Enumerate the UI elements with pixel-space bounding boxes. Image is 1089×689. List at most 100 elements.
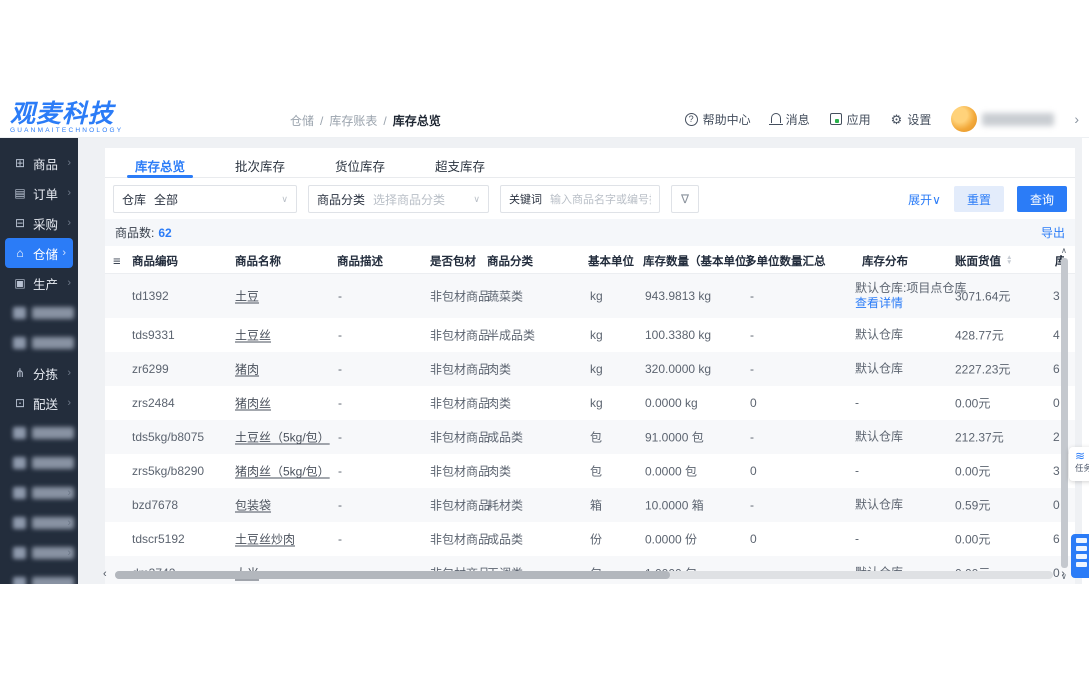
table-row[interactable]: zrs2484 猪肉丝 - 非包材商品 肉类 kg 0.0000 kg 0 - … [105, 386, 1075, 420]
category-select[interactable]: 商品分类 选择商品分类 ∨ [308, 185, 489, 213]
distribution-text: - [855, 531, 859, 546]
distribution-text: - [855, 463, 859, 478]
sidebar-item[interactable]: › [0, 568, 78, 584]
settings-button[interactable]: ⚙ 设置 [891, 111, 932, 128]
task-floating-widget[interactable]: ≋ 任务 [1069, 447, 1089, 481]
sidebar-item[interactable]: › [0, 328, 78, 358]
scroll-left-icon[interactable]: ‹ [103, 569, 107, 580]
sidebar-item[interactable]: ▤ 订单 › [0, 178, 78, 208]
view-details-link[interactable]: 查看详情 [855, 296, 966, 311]
chevron-right-icon[interactable]: › [1074, 111, 1079, 127]
table-row[interactable]: tds9331 土豆丝 - 非包材商品 半成品类 kg 100.3380 kg … [105, 318, 1075, 352]
chevron-right-icon: › [67, 397, 71, 409]
cell-product-name-link[interactable]: 土豆丝炒肉 [235, 531, 295, 548]
sidebar-item-icon [13, 337, 26, 349]
sidebar-item-redacted-label [32, 577, 74, 584]
column-settings-icon[interactable]: ≡ [113, 253, 121, 268]
cell-base-unit: kg [590, 396, 603, 410]
header-actions: ? 帮助中心 消息 应用 ⚙ 设置 › [684, 100, 1079, 138]
sidebar-item[interactable]: › [0, 478, 78, 508]
cell-stock-qty: 10.0000 箱 [645, 498, 704, 513]
user-profile[interactable] [951, 106, 1055, 132]
filter-bar: 仓库 全部 ∨ 商品分类 选择商品分类 ∨ 关键词 输入商品名字或编号搜索 ∇ … [105, 185, 1075, 213]
cell-stock-distribution: 默认仓库:项目点仓库 查看详情 [855, 281, 966, 311]
cell-category: 半成品类 [487, 328, 536, 343]
search-button[interactable]: 查询 [1016, 186, 1067, 212]
table-row[interactable]: td1392 土豆 - 非包材商品 蔬菜类 kg 943.9813 kg - 默… [105, 274, 1075, 318]
export-link[interactable]: 导出 [1041, 224, 1065, 241]
messages-label: 消息 [785, 112, 810, 127]
warehouse-value: 全部 [154, 192, 179, 207]
sidebar-item[interactable]: › [0, 448, 78, 478]
expand-filters-link[interactable]: 展开∨ [908, 191, 941, 208]
cell-product-name-link[interactable]: 土豆丝 [235, 327, 271, 344]
messages-button[interactable]: 消息 [768, 111, 810, 128]
cell-product-name-link[interactable]: 猪肉丝 [235, 395, 271, 412]
cell-product-name-link[interactable]: 包装袋 [235, 497, 271, 514]
breadcrumb-item[interactable]: 仓储 [290, 112, 314, 129]
help-center-button[interactable]: ? 帮助中心 [684, 111, 751, 128]
table-row[interactable]: zr6299 猪肉 - 非包材商品 肉类 kg 320.0000 kg - 默认… [105, 352, 1075, 386]
layers-icon: ≋ [1075, 449, 1086, 463]
table-row[interactable]: tds5kg/b8075 土豆丝（5kg/包） - 非包材商品 成品类 包 91… [105, 420, 1075, 454]
tab[interactable]: 批次库存 [235, 148, 285, 177]
sidebar-item[interactable]: ⌂ 仓储 › [5, 238, 73, 268]
sidebar-item[interactable]: › [0, 508, 78, 538]
col-header-unit: 基本单位 [588, 255, 634, 268]
table-row[interactable]: tdscr5192 土豆丝炒肉 - 非包材商品 成品类 份 0.0000 份 0… [105, 522, 1075, 556]
cell-product-name-link[interactable]: 土豆 [235, 288, 259, 305]
cell-product-name-link[interactable]: 土豆丝（5kg/包） [235, 429, 330, 446]
table-row[interactable]: bzd7678 包装袋 - 非包材商品 耗材类 箱 10.0000 箱 - 默认… [105, 488, 1075, 522]
support-floating-tab[interactable] [1071, 534, 1089, 578]
sidebar-item[interactable]: ⋔ 分拣 › [0, 358, 78, 388]
scroll-right-icon[interactable]: › [1061, 569, 1065, 580]
cell-stock-distribution: 默认仓库 [855, 328, 903, 343]
apps-button[interactable]: 应用 [829, 111, 871, 128]
reset-button[interactable]: 重置 [953, 186, 1004, 212]
cell-category: 肉类 [487, 362, 512, 377]
chevron-right-icon: › [62, 247, 66, 259]
cell-multi-unit-total: - [750, 362, 754, 376]
sidebar-item[interactable]: ▣ 生产 › [0, 268, 78, 298]
advanced-filter-button[interactable]: ∇ [671, 185, 699, 213]
cell-stock-distribution: 默认仓库 [855, 362, 903, 377]
table-row[interactable]: zrs5kg/b8290 猪肉丝（5kg/包） - 非包材商品 肉类 包 0.0… [105, 454, 1075, 488]
horizontal-scrollbar-thumb[interactable] [115, 571, 670, 579]
category-label: 商品分类 [317, 192, 366, 207]
scroll-up-icon[interactable]: ∧ [1061, 247, 1067, 255]
tab[interactable]: 超支库存 [435, 148, 485, 177]
support-tab-text-fragment [1076, 554, 1087, 559]
cell-product-code: zrs5kg/b8290 [132, 464, 205, 478]
table-body: td1392 土豆 - 非包材商品 蔬菜类 kg 943.9813 kg - 默… [105, 274, 1075, 584]
sidebar-item[interactable]: › [0, 538, 78, 568]
warehouse-select[interactable]: 仓库 全部 ∨ [113, 185, 297, 213]
sidebar-item[interactable]: ⊞ 商品 › [0, 148, 78, 178]
sidebar-item[interactable]: › [0, 298, 78, 328]
cell-product-code: tdscr5192 [132, 532, 185, 546]
cell-base-unit: kg [590, 328, 603, 342]
chevron-right-icon: › [67, 517, 71, 529]
sidebar-item-icon: ⊞ [14, 156, 26, 170]
cell-product-code: zrs2484 [132, 396, 175, 410]
brand-logo[interactable]: 观麦科技 GUANMAITECHNOLOGY [10, 101, 232, 134]
help-icon: ? [684, 112, 698, 126]
breadcrumb-item[interactable]: 库存账表 [329, 112, 377, 129]
product-count-value: 62 [158, 225, 172, 240]
sort-icon[interactable]: ▲ ▼ [1006, 255, 1012, 265]
breadcrumb-current: 库存总览 [392, 114, 441, 128]
cell-packing: 非包材商品 [430, 362, 491, 377]
tab[interactable]: 货位库存 [335, 148, 385, 177]
cell-multi-unit-total: 0 [750, 396, 757, 410]
cell-product-name-link[interactable]: 猪肉丝（5kg/包） [235, 463, 330, 480]
vertical-scrollbar[interactable]: ∧ ∨ [1059, 247, 1071, 581]
tab[interactable]: 库存总览 [126, 148, 194, 178]
cell-product-name-link[interactable]: 猪肉 [235, 361, 259, 378]
vertical-scrollbar-thumb[interactable] [1061, 258, 1068, 568]
cell-packing: 非包材商品 [430, 396, 491, 411]
sidebar-item[interactable]: › [0, 418, 78, 448]
keyword-input[interactable]: 关键词 输入商品名字或编号搜索 [500, 185, 660, 213]
sidebar-item[interactable]: ⊟ 采购 › [0, 208, 78, 238]
sidebar-item[interactable]: ⊡ 配送 › [0, 388, 78, 418]
horizontal-scrollbar[interactable]: ‹ › [103, 569, 1065, 581]
cell-product-desc: - [338, 532, 342, 546]
